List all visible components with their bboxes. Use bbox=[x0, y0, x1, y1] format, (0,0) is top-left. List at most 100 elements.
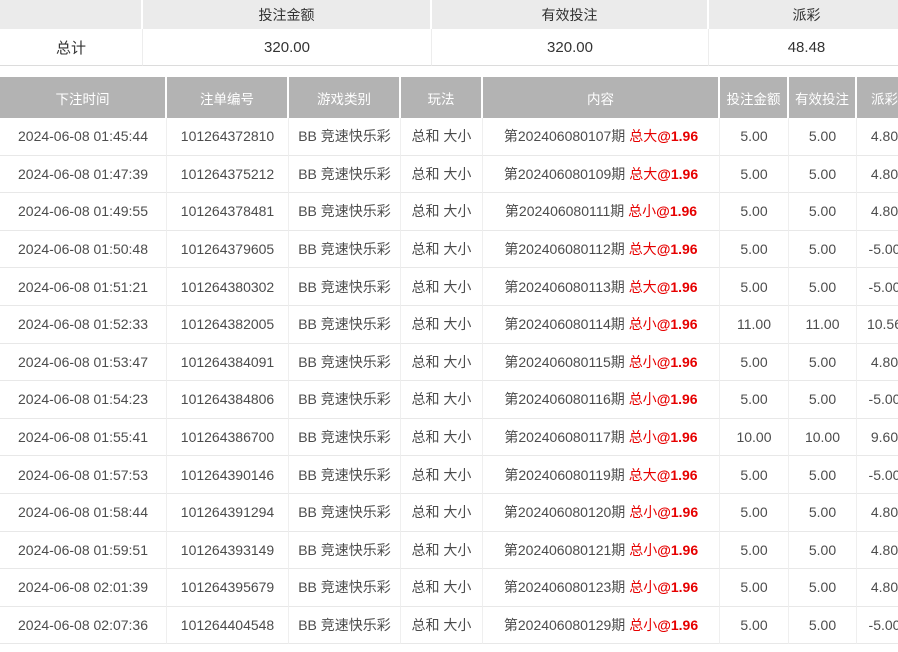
cell-bet-amount: 5.00 bbox=[720, 193, 789, 231]
bet-records-header-row: 下注时间注单编号游戏类别玩法内容投注金额有效投注派彩 bbox=[0, 77, 898, 118]
content-odds: @1.96 bbox=[657, 279, 698, 295]
cell-payout: -5.00 bbox=[857, 456, 898, 494]
summary-total-valid-bet: 320.00 bbox=[432, 29, 709, 66]
cell-bet-time: 2024-06-08 01:45:44 bbox=[0, 118, 167, 156]
cell-bet-time: 2024-06-08 01:47:39 bbox=[0, 156, 167, 194]
cell-payout: 10.56 bbox=[857, 306, 898, 344]
column-header-valid-bet: 有效投注 bbox=[789, 77, 857, 118]
content-pick: 总小 bbox=[629, 391, 657, 407]
cell-content: 第202406080114期 总小@1.96 bbox=[483, 306, 720, 344]
cell-bet-time: 2024-06-08 01:59:51 bbox=[0, 532, 167, 570]
cell-order-no: 101264395679 bbox=[167, 569, 289, 607]
cell-order-no: 101264390146 bbox=[167, 456, 289, 494]
cell-bet-amount: 11.00 bbox=[720, 306, 789, 344]
cell-valid-bet: 11.00 bbox=[789, 306, 857, 344]
cell-valid-bet: 5.00 bbox=[789, 532, 857, 570]
content-pick: 总小 bbox=[629, 354, 657, 370]
cell-content: 第202406080119期 总大@1.96 bbox=[483, 456, 720, 494]
cell-order-no: 101264372810 bbox=[167, 118, 289, 156]
content-pick: 总小 bbox=[629, 316, 657, 332]
cell-bet-amount: 5.00 bbox=[720, 569, 789, 607]
cell-play-type: 总和 大小 bbox=[401, 118, 483, 156]
content-pick: 总大 bbox=[629, 241, 657, 257]
content-pick: 总小 bbox=[629, 542, 657, 558]
column-header-order-no: 注单编号 bbox=[167, 77, 289, 118]
table-row: 2024-06-08 01:57:53101264390146BB 竞速快乐彩总… bbox=[0, 456, 898, 494]
cell-payout: 4.80 bbox=[857, 193, 898, 231]
cell-payout: -5.00 bbox=[857, 231, 898, 269]
content-odds: @1.96 bbox=[657, 128, 698, 144]
cell-valid-bet: 10.00 bbox=[789, 419, 857, 457]
cell-game-type: BB 竞速快乐彩 bbox=[289, 156, 401, 194]
cell-order-no: 101264380302 bbox=[167, 268, 289, 306]
cell-payout: 9.60 bbox=[857, 419, 898, 457]
cell-order-no: 101264378481 bbox=[167, 193, 289, 231]
content-period: 第202406080111期 bbox=[505, 203, 628, 219]
cell-play-type: 总和 大小 bbox=[401, 306, 483, 344]
content-odds: @1.96 bbox=[657, 467, 698, 483]
cell-game-type: BB 竞速快乐彩 bbox=[289, 306, 401, 344]
cell-content: 第202406080107期 总大@1.96 bbox=[483, 118, 720, 156]
cell-bet-time: 2024-06-08 01:51:21 bbox=[0, 268, 167, 306]
content-odds: @1.96 bbox=[657, 166, 698, 182]
content-odds: @1.96 bbox=[657, 391, 698, 407]
cell-content: 第202406080113期 总大@1.96 bbox=[483, 268, 720, 306]
content-odds: @1.96 bbox=[657, 504, 698, 520]
table-row: 2024-06-08 01:59:51101264393149BB 竞速快乐彩总… bbox=[0, 532, 898, 570]
summary-header-bet-amount: 投注金额 bbox=[143, 0, 432, 29]
cell-play-type: 总和 大小 bbox=[401, 231, 483, 269]
content-pick: 总小 bbox=[629, 429, 657, 445]
cell-content: 第202406080111期 总小@1.96 bbox=[483, 193, 720, 231]
cell-game-type: BB 竞速快乐彩 bbox=[289, 607, 401, 645]
cell-valid-bet: 5.00 bbox=[789, 456, 857, 494]
table-row: 2024-06-08 01:50:48101264379605BB 竞速快乐彩总… bbox=[0, 231, 898, 269]
bet-records-table: 下注时间注单编号游戏类别玩法内容投注金额有效投注派彩 2024-06-08 01… bbox=[0, 77, 898, 644]
cell-bet-amount: 5.00 bbox=[720, 456, 789, 494]
cell-bet-time: 2024-06-08 01:54:23 bbox=[0, 381, 167, 419]
cell-game-type: BB 竞速快乐彩 bbox=[289, 419, 401, 457]
cell-order-no: 101264384806 bbox=[167, 381, 289, 419]
summary-total-row: 总计 320.00 320.00 48.48 bbox=[0, 29, 898, 66]
content-period: 第202406080113期 bbox=[504, 279, 628, 295]
cell-content: 第202406080129期 总小@1.96 bbox=[483, 607, 720, 645]
cell-content: 第202406080115期 总小@1.96 bbox=[483, 344, 720, 382]
cell-game-type: BB 竞速快乐彩 bbox=[289, 344, 401, 382]
cell-payout: 4.80 bbox=[857, 344, 898, 382]
content-period: 第202406080109期 bbox=[504, 166, 629, 182]
summary-table: 投注金额 有效投注 派彩 总计 320.00 320.00 48.48 bbox=[0, 0, 898, 66]
cell-bet-amount: 5.00 bbox=[720, 532, 789, 570]
cell-bet-amount: 5.00 bbox=[720, 381, 789, 419]
content-period: 第202406080114期 bbox=[504, 316, 628, 332]
cell-bet-amount: 5.00 bbox=[720, 607, 789, 645]
cell-play-type: 总和 大小 bbox=[401, 532, 483, 570]
cell-play-type: 总和 大小 bbox=[401, 344, 483, 382]
cell-game-type: BB 竞速快乐彩 bbox=[289, 231, 401, 269]
content-odds: @1.96 bbox=[657, 542, 698, 558]
cell-payout: 4.80 bbox=[857, 569, 898, 607]
cell-bet-amount: 5.00 bbox=[720, 156, 789, 194]
cell-valid-bet: 5.00 bbox=[789, 231, 857, 269]
cell-valid-bet: 5.00 bbox=[789, 607, 857, 645]
cell-valid-bet: 5.00 bbox=[789, 268, 857, 306]
content-period: 第202406080116期 bbox=[504, 391, 628, 407]
cell-bet-time: 2024-06-08 01:50:48 bbox=[0, 231, 167, 269]
table-row: 2024-06-08 01:47:39101264375212BB 竞速快乐彩总… bbox=[0, 156, 898, 194]
cell-play-type: 总和 大小 bbox=[401, 193, 483, 231]
cell-bet-time: 2024-06-08 01:55:41 bbox=[0, 419, 167, 457]
cell-bet-amount: 5.00 bbox=[720, 231, 789, 269]
content-odds: @1.96 bbox=[657, 429, 698, 445]
cell-game-type: BB 竞速快乐彩 bbox=[289, 532, 401, 570]
column-header-time: 下注时间 bbox=[0, 77, 167, 118]
content-pick: 总小 bbox=[628, 203, 656, 219]
cell-valid-bet: 5.00 bbox=[789, 344, 857, 382]
cell-order-no: 101264393149 bbox=[167, 532, 289, 570]
table-row: 2024-06-08 01:58:44101264391294BB 竞速快乐彩总… bbox=[0, 494, 898, 532]
cell-valid-bet: 5.00 bbox=[789, 156, 857, 194]
table-row: 2024-06-08 02:01:39101264395679BB 竞速快乐彩总… bbox=[0, 569, 898, 607]
summary-header-row: 投注金额 有效投注 派彩 bbox=[0, 0, 898, 29]
cell-bet-time: 2024-06-08 02:07:36 bbox=[0, 607, 167, 645]
column-header-game-type: 游戏类别 bbox=[289, 77, 401, 118]
column-header-content: 内容 bbox=[483, 77, 720, 118]
column-header-bet-amount: 投注金额 bbox=[720, 77, 789, 118]
table-row: 2024-06-08 01:45:44101264372810BB 竞速快乐彩总… bbox=[0, 118, 898, 156]
